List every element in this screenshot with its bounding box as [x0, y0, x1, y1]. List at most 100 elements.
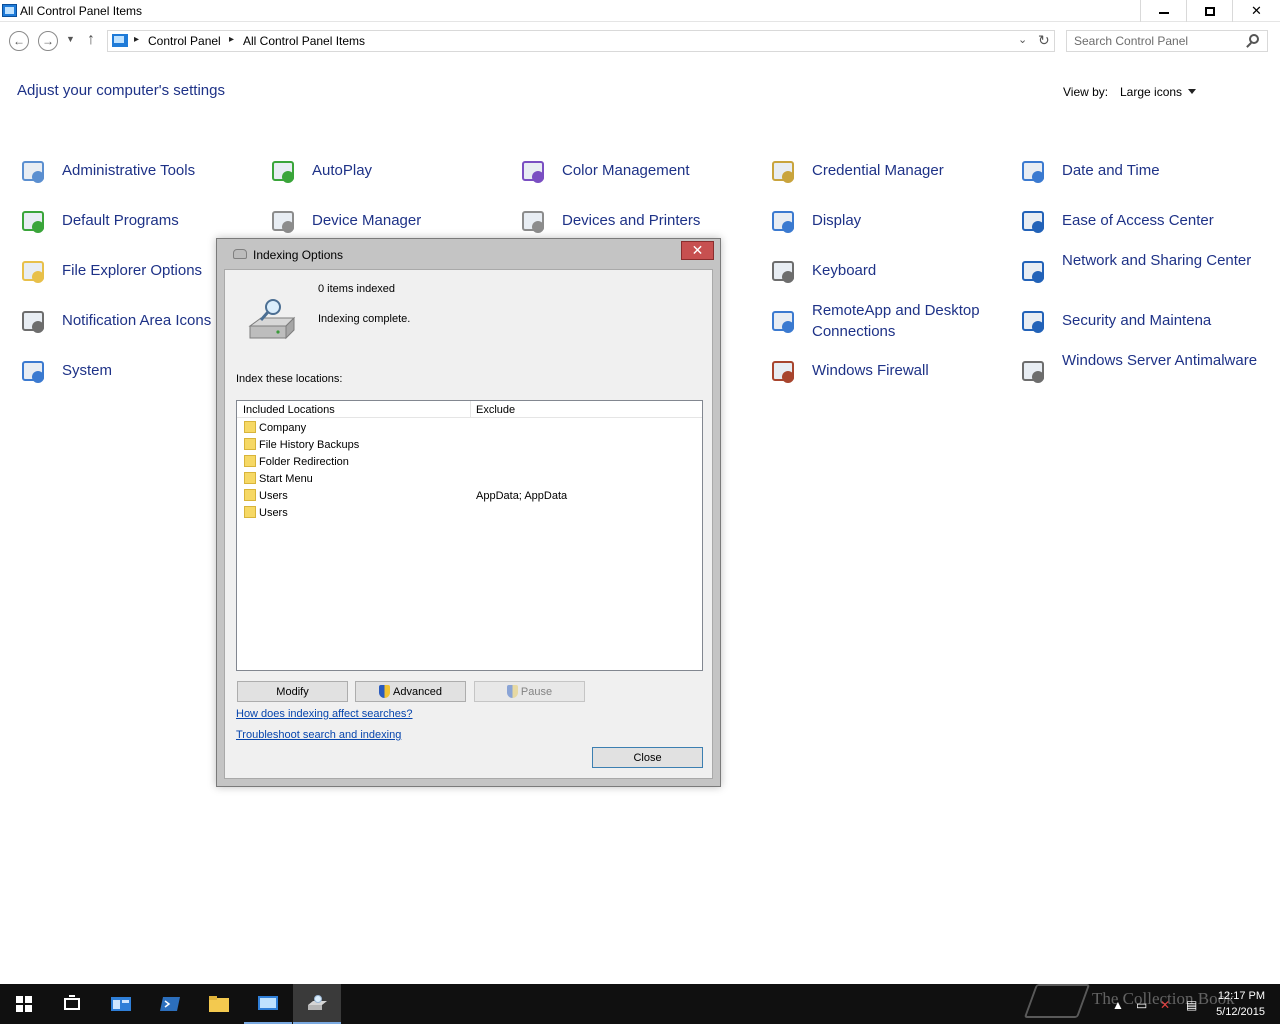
refresh-button[interactable]: ↻ — [1038, 32, 1050, 49]
breadcrumb-all-items[interactable]: All Control Panel Items — [243, 34, 365, 48]
minimize-icon — [1158, 12, 1169, 14]
location-row[interactable]: Company — [237, 419, 702, 436]
maximize-button[interactable] — [1186, 0, 1232, 22]
cp-item-label[interactable]: AutoPlay — [312, 160, 372, 181]
cp-item-label[interactable]: Display — [812, 210, 861, 231]
cp-item[interactable]: RemoteApp and Desktop Connections — [768, 302, 980, 340]
taskbar-control-panel[interactable] — [244, 984, 292, 1024]
dialog-close-action-button[interactable]: Close — [592, 747, 703, 768]
location-row[interactable]: Folder Redirection — [237, 453, 702, 470]
taskbar-indexing-options[interactable] — [293, 984, 341, 1024]
cp-item[interactable]: Windows Server Antimalware — [1018, 352, 1257, 387]
cp-item-label[interactable]: Administrative Tools — [62, 160, 195, 181]
column-header-included[interactable]: Included Locations — [243, 404, 335, 416]
breadcrumb-control-panel[interactable]: Control Panel — [148, 34, 221, 48]
indexing-icon — [233, 249, 247, 259]
location-row[interactable]: Start Menu — [237, 470, 702, 487]
cp-item-label[interactable]: Date and Time — [1062, 160, 1160, 181]
remoteapp-icon — [768, 305, 800, 337]
dialog-close-button[interactable]: ✕ — [681, 241, 714, 260]
cp-item[interactable]: Network and Sharing Center — [1018, 252, 1251, 287]
network-icon[interactable]: ▭ — [1136, 998, 1147, 1012]
volume-muted-icon[interactable]: ✕ — [1160, 998, 1170, 1012]
cp-item-label[interactable]: Notification Area Icons — [62, 310, 211, 331]
cp-item-label[interactable]: Devices and Printers — [562, 210, 700, 231]
dialog-title: Indexing Options — [253, 248, 344, 262]
taskbar-file-explorer[interactable] — [195, 984, 243, 1024]
cp-item-label[interactable]: Keyboard — [812, 260, 876, 281]
cp-item[interactable]: Default Programs — [18, 205, 179, 237]
recent-locations-dropdown[interactable]: ▼ — [66, 34, 75, 44]
clock-date[interactable]: 5/12/2015 — [1216, 1006, 1265, 1018]
cp-item[interactable]: System — [18, 355, 112, 387]
cp-item-label[interactable]: Ease of Access Center — [1062, 210, 1214, 231]
close-button-label: Close — [633, 751, 662, 764]
location-row[interactable]: Users — [237, 504, 702, 521]
start-button[interactable] — [0, 984, 48, 1024]
breadcrumb-separator[interactable]: ▸ — [134, 34, 139, 45]
cp-item-label[interactable]: Device Manager — [312, 210, 421, 231]
search-box[interactable] — [1066, 30, 1268, 52]
cp-item-label[interactable]: Default Programs — [62, 210, 179, 231]
indexing-help-link[interactable]: How does indexing affect searches? — [236, 708, 413, 720]
cp-item-label[interactable]: System — [62, 360, 112, 381]
arrow-up-icon: ↑ — [87, 31, 95, 48]
pause-button[interactable]: Pause — [474, 681, 585, 702]
cp-item-label[interactable]: Network and Sharing Center — [1062, 250, 1262, 271]
modify-button[interactable]: Modify — [237, 681, 348, 702]
address-bar[interactable]: ▸ Control Panel ▸ All Control Panel Item… — [107, 30, 1055, 52]
back-button[interactable]: ← — [9, 31, 29, 51]
search-input[interactable] — [1067, 31, 1237, 51]
folder-icon — [244, 489, 256, 501]
show-hidden-icons-button[interactable]: ▲ — [1112, 998, 1124, 1012]
action-center-icon[interactable]: ▤ — [1186, 998, 1197, 1012]
file-explorer-options-icon — [18, 255, 50, 287]
locations-list[interactable]: Included Locations Exclude Company File H… — [236, 400, 703, 671]
breadcrumb-separator[interactable]: ▸ — [229, 34, 234, 45]
forward-button[interactable]: → — [38, 31, 58, 51]
column-header-exclude[interactable]: Exclude — [476, 404, 515, 416]
cp-item[interactable]: Devices and Printers — [518, 205, 700, 237]
cp-item[interactable]: Ease of Access Center — [1018, 205, 1214, 237]
cp-item[interactable]: AutoPlay — [268, 155, 372, 187]
cp-item[interactable]: Keyboard — [768, 255, 876, 287]
search-icon[interactable] — [1249, 34, 1259, 44]
cp-item-label[interactable]: Windows Server Antimalware — [1062, 350, 1262, 371]
cp-item[interactable]: Credential Manager — [768, 155, 944, 187]
cp-item[interactable]: Display — [768, 205, 861, 237]
cp-item[interactable]: Device Manager — [268, 205, 421, 237]
taskbar-powershell[interactable] — [146, 984, 194, 1024]
arrow-left-icon: ← — [13, 34, 25, 48]
location-name: Users — [259, 507, 288, 519]
column-divider[interactable] — [470, 401, 471, 418]
cp-item-label[interactable]: Color Management — [562, 160, 690, 181]
up-button[interactable]: ↑ — [87, 31, 95, 49]
cp-item[interactable]: Administrative Tools — [18, 155, 195, 187]
shield-icon — [379, 685, 391, 698]
view-by-dropdown[interactable]: Large icons — [1120, 85, 1182, 99]
location-row[interactable]: Users AppData; AppData — [237, 487, 702, 504]
cp-item-label[interactable]: Credential Manager — [812, 160, 944, 181]
indexing-drive-icon — [248, 299, 296, 340]
cp-item[interactable]: Windows Firewall — [768, 355, 929, 387]
cp-item[interactable]: Notification Area Icons — [18, 305, 211, 337]
cp-item[interactable]: Security and Maintena — [1018, 305, 1211, 337]
address-dropdown-button[interactable]: ⌄ — [1018, 33, 1027, 46]
clock-time[interactable]: 12:17 PM — [1218, 990, 1265, 1002]
cp-item[interactable]: File Explorer Options — [18, 255, 202, 287]
troubleshoot-link[interactable]: Troubleshoot search and indexing — [236, 729, 401, 741]
taskbar-server-manager[interactable] — [97, 984, 145, 1024]
location-row[interactable]: File History Backups — [237, 436, 702, 453]
dialog-titlebar[interactable]: Indexing Options — [217, 239, 720, 269]
close-window-button[interactable]: ✕ — [1232, 0, 1280, 22]
cp-item-label[interactable]: Security and Maintena — [1062, 310, 1211, 331]
cp-item-label[interactable]: Windows Firewall — [812, 360, 929, 381]
cp-item-label[interactable]: RemoteApp and Desktop Connections — [812, 300, 1012, 342]
task-view-button[interactable] — [48, 984, 96, 1024]
advanced-button[interactable]: Advanced — [355, 681, 466, 702]
cp-item[interactable]: Color Management — [518, 155, 690, 187]
minimize-button[interactable] — [1140, 0, 1186, 22]
cp-item[interactable]: Date and Time — [1018, 155, 1160, 187]
chevron-down-icon[interactable] — [1188, 89, 1196, 94]
cp-item-label[interactable]: File Explorer Options — [62, 260, 202, 281]
